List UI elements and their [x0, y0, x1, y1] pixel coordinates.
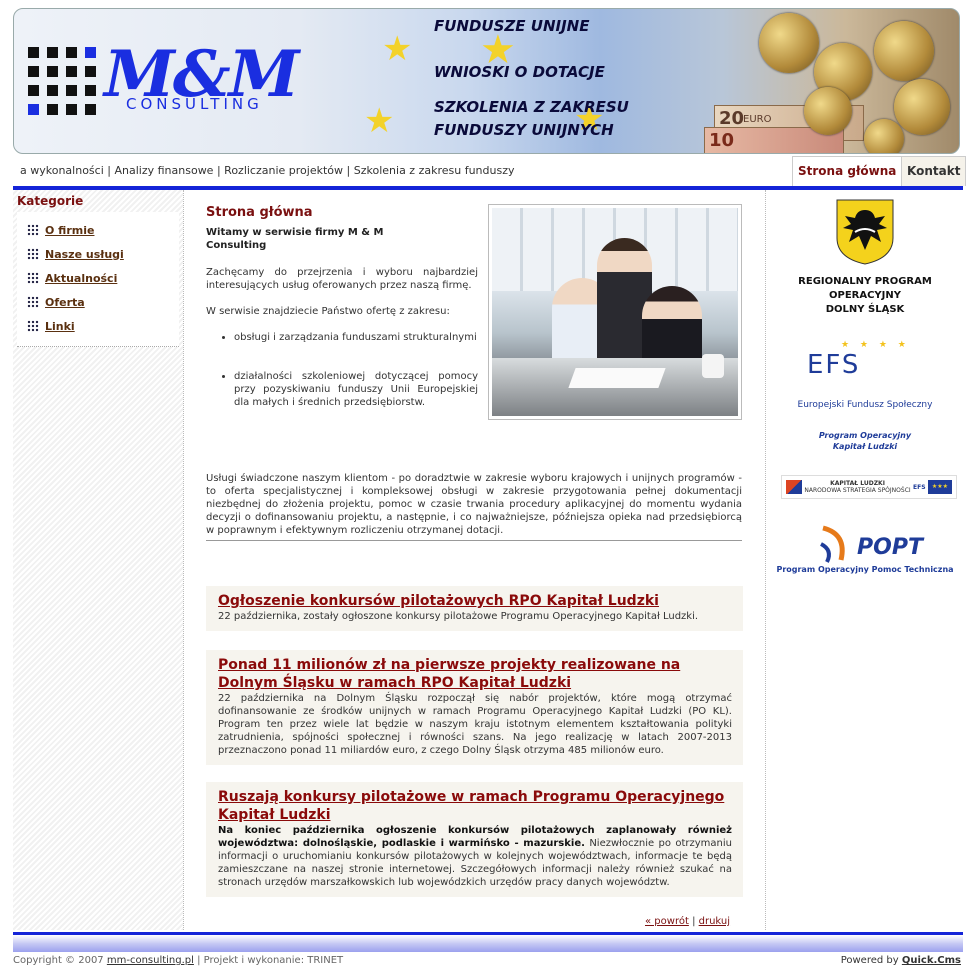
coat-of-arms-icon[interactable]: [835, 198, 895, 266]
column-separator: [183, 190, 184, 930]
bullet-grid-icon: [27, 248, 39, 260]
news-title-link[interactable]: Ponad 11 milionów zł na pierwsze projekt…: [218, 656, 732, 692]
category-list: O firmie Nasze usługi Aktualności Oferta…: [17, 212, 179, 347]
top-navigation: a wykonalności | Analizy finansowe | Roz…: [13, 156, 967, 186]
kl-flag-icon: [786, 480, 802, 494]
welcome-text: Witamy w serwisie firmy M & M Consulting: [206, 227, 384, 251]
eu-star-icon: ★: [382, 29, 413, 69]
news-item: Ruszają konkursy pilotażowe w ramach Pro…: [206, 782, 743, 897]
service-links: a wykonalności | Analizy finansowe | Roz…: [20, 164, 515, 177]
news-item: Ogłoszenie konkursów pilotażowych RPO Ka…: [206, 586, 743, 631]
popt-logo[interactable]: POPT: [857, 535, 923, 560]
list-item: obsługi i zarządzania funduszami struktu…: [234, 331, 478, 344]
bullet-grid-icon: [27, 320, 39, 332]
efs-logo[interactable]: EFS: [807, 350, 860, 380]
eu-flag-icon: ★★★: [927, 480, 952, 494]
coin-icon: [759, 13, 819, 73]
bottom-links: « powrót | drukuj: [645, 916, 731, 927]
eu-star-icon: ★: [364, 101, 395, 141]
tab-kontakt[interactable]: Kontakt: [901, 156, 967, 186]
sidebar-item-linki[interactable]: Linki: [17, 314, 179, 338]
tab-strona-glowna[interactable]: Strona główna: [792, 156, 903, 186]
bullet-grid-icon: [27, 272, 39, 284]
footer-bar: [13, 932, 963, 952]
news-item: Ponad 11 milionów zł na pierwsze projekt…: [206, 650, 743, 765]
nav-link-analizy[interactable]: Analizy finansowe: [114, 164, 213, 177]
banner-line-1: FUNDUSZE UNIJNE: [434, 17, 590, 35]
intro-text: Zachęcamy do przejrzenia i wyboru najbar…: [206, 266, 478, 435]
sidebar-title: Kategorie: [17, 194, 84, 208]
header-banner: M&M CONSULTING ★ ★ ★ ★ FUNDUSZE UNIJNE W…: [13, 8, 960, 154]
logo-subtext: CONSULTING: [126, 95, 263, 113]
column-separator: [765, 190, 766, 930]
news-title-link[interactable]: Ogłoszenie konkursów pilotażowych RPO Ka…: [218, 592, 732, 610]
coin-icon: [864, 119, 904, 153]
back-link[interactable]: « powrót: [645, 916, 689, 927]
coin-icon: [804, 87, 852, 135]
sidebar-item-nasze-uslugi[interactable]: Nasze usługi: [17, 242, 179, 266]
business-photo: [488, 204, 742, 420]
coin-icon: [874, 21, 934, 81]
nav-link-rozliczanie[interactable]: Rozliczanie projektów: [224, 164, 343, 177]
sidebar-item-oferta[interactable]: Oferta: [17, 290, 179, 314]
sidebar-item-aktualnosci[interactable]: Aktualności: [17, 266, 179, 290]
news-title-link[interactable]: Ruszają konkursy pilotażowe w ramach Pro…: [218, 788, 732, 824]
bullet-grid-icon: [27, 296, 39, 308]
kapital-ludzki-logo[interactable]: KAPITAŁ LUDZKI NARODOWA STRATEGIA SPÓJNO…: [781, 475, 957, 499]
print-link[interactable]: drukuj: [699, 916, 730, 927]
banner-line-2: WNIOSKI O DOTACJE: [434, 63, 605, 81]
efs-subtitle: Europejski Fundusz Społeczny: [797, 400, 933, 410]
description-text: Usługi świadczone naszym klientom - po d…: [206, 472, 742, 541]
nav-link-szkolenia[interactable]: Szkolenia z zakresu funduszy: [354, 164, 515, 177]
popt-swirl-icon: [820, 525, 845, 563]
copyright: Copyright © 2007 mm-consulting.pl | Proj…: [13, 955, 344, 966]
page-title: Strona główna: [206, 205, 313, 220]
site-link[interactable]: mm-consulting.pl: [107, 955, 194, 966]
offer-list: obsługi i zarządzania funduszami struktu…: [234, 331, 478, 409]
rpo-logo-text[interactable]: REGIONALNY PROGRAM OPERACYJNY DOLNY ŚLĄS…: [767, 275, 963, 317]
list-item: działalności szkoleniowej dotyczącej pom…: [234, 370, 478, 409]
banner-line-3: SZKOLENIA Z ZAKRESU: [434, 98, 629, 116]
logo-grid-icon: [28, 47, 98, 117]
sidebar: Kategorie O firmie Nasze usługi Aktualno…: [13, 190, 183, 930]
coin-icon: [894, 79, 950, 135]
banner-line-4: FUNDUSZY UNIJNYCH: [434, 121, 614, 139]
sidebar-item-o-firmie[interactable]: O firmie: [17, 218, 179, 242]
efs-program: Program Operacyjny Kapitał Ludzki: [818, 431, 912, 451]
right-column: REGIONALNY PROGRAM OPERACYJNY DOLNY ŚLĄS…: [767, 190, 963, 930]
quickcms-link[interactable]: Quick.Cms: [902, 955, 961, 966]
bullet-grid-icon: [27, 224, 39, 236]
nav-link-wykonalnosci[interactable]: a wykonalności: [20, 164, 104, 177]
popt-subtitle: Program Operacyjny Pomoc Techniczna: [776, 565, 954, 574]
powered-by: Powered by Quick.Cms: [840, 955, 961, 966]
efs-stars-icon: ★ ★ ★ ★: [841, 340, 910, 350]
